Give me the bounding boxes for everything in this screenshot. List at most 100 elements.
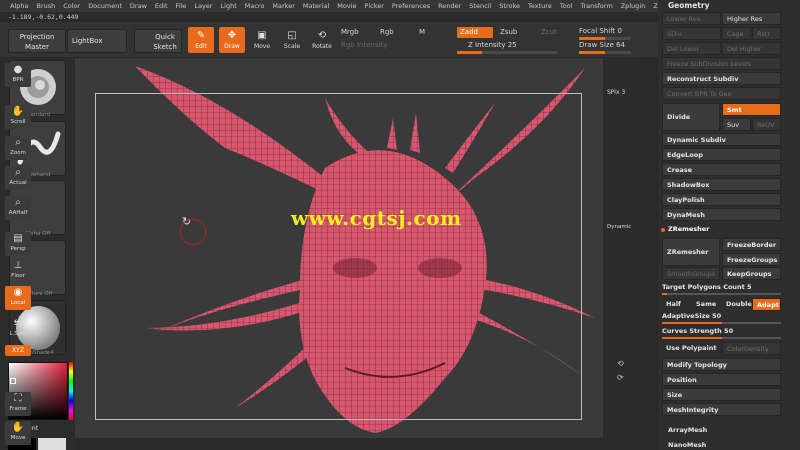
zadd-toggle[interactable]: Zadd (457, 27, 493, 38)
menu-preferences[interactable]: Preferences (388, 0, 434, 12)
zsub-toggle[interactable]: Zsub (500, 28, 517, 36)
nanomesh-header[interactable]: NanoMesh (668, 441, 706, 449)
color-density-slider[interactable]: ColorDensity (722, 342, 781, 355)
curves-strength-slider[interactable] (662, 337, 781, 339)
menu-picker[interactable]: Picker (361, 0, 388, 12)
move-mode-button[interactable]: ▣ Move (249, 27, 275, 53)
menu-macro[interactable]: Macro (241, 0, 269, 12)
rotate-z-icon[interactable]: ⟳ (617, 373, 624, 382)
menu-layer[interactable]: Layer (190, 0, 216, 12)
secondary-color-swatch[interactable] (38, 438, 66, 450)
quick-sketch-button[interactable]: Quick Sketch (134, 29, 182, 53)
claypolish-section[interactable]: ClayPolish (662, 193, 781, 206)
draw-size-slider[interactable] (579, 51, 631, 54)
zcut-toggle[interactable]: Zcut (541, 28, 557, 36)
rstr-button[interactable]: Rstr (752, 27, 781, 40)
menu-file[interactable]: File (172, 0, 191, 12)
dynamesh-section[interactable]: DynaMesh (662, 208, 781, 221)
dynamic-subdiv-section[interactable]: Dynamic Subdiv (662, 133, 781, 146)
smt-toggle[interactable]: Smt (722, 103, 781, 116)
menu-texture[interactable]: Texture (524, 0, 556, 12)
menu-light[interactable]: Light (217, 0, 241, 12)
spix-label[interactable]: SPix 3 (607, 89, 625, 96)
bpr-button[interactable]: ● BPR (5, 63, 31, 87)
lower-res-button[interactable]: Lower Res (662, 12, 721, 25)
focal-shift-slider[interactable] (579, 37, 631, 40)
reconstruct-subdiv-button[interactable]: Reconstruct Subdiv (662, 72, 781, 85)
xyz-button[interactable]: XYZ (5, 345, 31, 356)
freeze-groups-toggle[interactable]: FreezeGroups (722, 253, 781, 266)
position-section[interactable]: Position (662, 373, 781, 386)
rgb-toggle[interactable]: Rgb (380, 28, 394, 36)
rotate-mode-button[interactable]: ⟲ Rotate (309, 27, 335, 53)
dynamic-label[interactable]: Dynamic (607, 224, 631, 230)
use-polypaint-toggle[interactable]: Use Polypaint (662, 342, 720, 355)
scroll-button[interactable]: ✋ Scroll (5, 105, 31, 129)
menu-stroke[interactable]: Stroke (495, 0, 524, 12)
reuv-toggle[interactable]: ReUV (752, 118, 781, 131)
menu-color[interactable]: Color (59, 0, 84, 12)
zoom-button[interactable]: ⌕ Zoom (5, 136, 31, 160)
keep-groups-toggle[interactable]: KeepGroups (722, 267, 781, 280)
cage-button[interactable]: Cage (722, 27, 751, 40)
modify-topology-section[interactable]: Modify Topology (662, 358, 781, 371)
menu-transform[interactable]: Transform (576, 0, 616, 12)
adaptive-size-slider[interactable] (662, 322, 781, 324)
menu-marker[interactable]: Marker (268, 0, 298, 12)
scale-mode-button[interactable]: ◱ Scale (279, 27, 305, 53)
edit-mode-button[interactable]: ✎ Edit (188, 27, 214, 53)
frame-button[interactable]: ⛶ Frame (5, 392, 31, 416)
menu-render[interactable]: Render (434, 0, 465, 12)
crease-section[interactable]: Crease (662, 163, 781, 176)
hue-strip[interactable] (69, 362, 73, 420)
menu-tool[interactable]: Tool (556, 0, 577, 12)
adapt-toggle[interactable]: Adapt (752, 298, 781, 311)
local-button[interactable]: ◉ Local (5, 286, 31, 310)
edgeloop-section[interactable]: EdgeLoop (662, 148, 781, 161)
smooth-groups-slider[interactable]: SmoothGroups (662, 267, 720, 280)
projection-master-button[interactable]: Projection Master (8, 29, 66, 53)
del-higher-button[interactable]: Del Higher (722, 42, 781, 55)
shadowbox-section[interactable]: ShadowBox (662, 178, 781, 191)
rgb-intensity-slider[interactable]: Rgb Intensity (341, 41, 387, 49)
rotate-y-icon[interactable]: ⟲ (617, 359, 624, 368)
actual-button[interactable]: ⌕ Actual (5, 166, 31, 190)
higher-res-button[interactable]: Higher Res (722, 12, 781, 25)
aahalf-button[interactable]: ⌕ AAHalf (5, 196, 31, 220)
same-button[interactable]: Same (692, 298, 721, 311)
menu-brush[interactable]: Brush (32, 0, 59, 12)
menu-material[interactable]: Material (299, 0, 333, 12)
menu-zplugin[interactable]: Zplugin (617, 0, 650, 12)
draw-mode-button[interactable]: ✥ Draw (219, 27, 245, 53)
sdiv-slider[interactable]: SDiv (662, 27, 721, 40)
mesh-integrity-section[interactable]: MeshIntegrity (662, 403, 781, 416)
arraymesh-header[interactable]: ArrayMesh (668, 426, 707, 434)
menu-edit[interactable]: Edit (151, 0, 172, 12)
menu-stencil[interactable]: Stencil (465, 0, 495, 12)
m-toggle[interactable]: M (419, 28, 425, 36)
target-polygons-slider[interactable] (662, 293, 781, 295)
size-section[interactable]: Size (662, 388, 781, 401)
move-view-button[interactable]: ✋ Move (5, 421, 31, 445)
zremesher-header[interactable]: ZRemesher (668, 225, 709, 233)
double-button[interactable]: Double (722, 298, 752, 311)
lsym-button[interactable]: ⇆ L.Sym (5, 317, 31, 341)
menu-document[interactable]: Document (84, 0, 126, 12)
zremesher-button[interactable]: ZRemesher (662, 238, 720, 266)
geometry-title[interactable]: Geometry (668, 1, 709, 10)
suv-toggle[interactable]: Suv (722, 118, 751, 131)
half-button[interactable]: Half (662, 298, 691, 311)
freeze-border-toggle[interactable]: FreezeBorder (722, 238, 781, 251)
floor-button[interactable]: ⊥ Floor (5, 259, 31, 283)
z-intensity-slider[interactable] (457, 51, 557, 54)
del-lower-button[interactable]: Del Lower (662, 42, 721, 55)
convert-bpr-button[interactable]: Convert BPR To Geo (662, 87, 781, 100)
menu-movie[interactable]: Movie (333, 0, 360, 12)
freeze-subdivision-button[interactable]: Freeze SubDivision Levels (662, 57, 781, 70)
persp-button[interactable]: ▤ Persp (5, 232, 31, 256)
menu-draw[interactable]: Draw (126, 0, 151, 12)
lightbox-button[interactable]: LightBox (67, 29, 127, 53)
divide-button[interactable]: Divide (662, 103, 720, 131)
mrgb-toggle[interactable]: Mrgb (341, 28, 359, 36)
menu-alpha[interactable]: Alpha (6, 0, 32, 12)
